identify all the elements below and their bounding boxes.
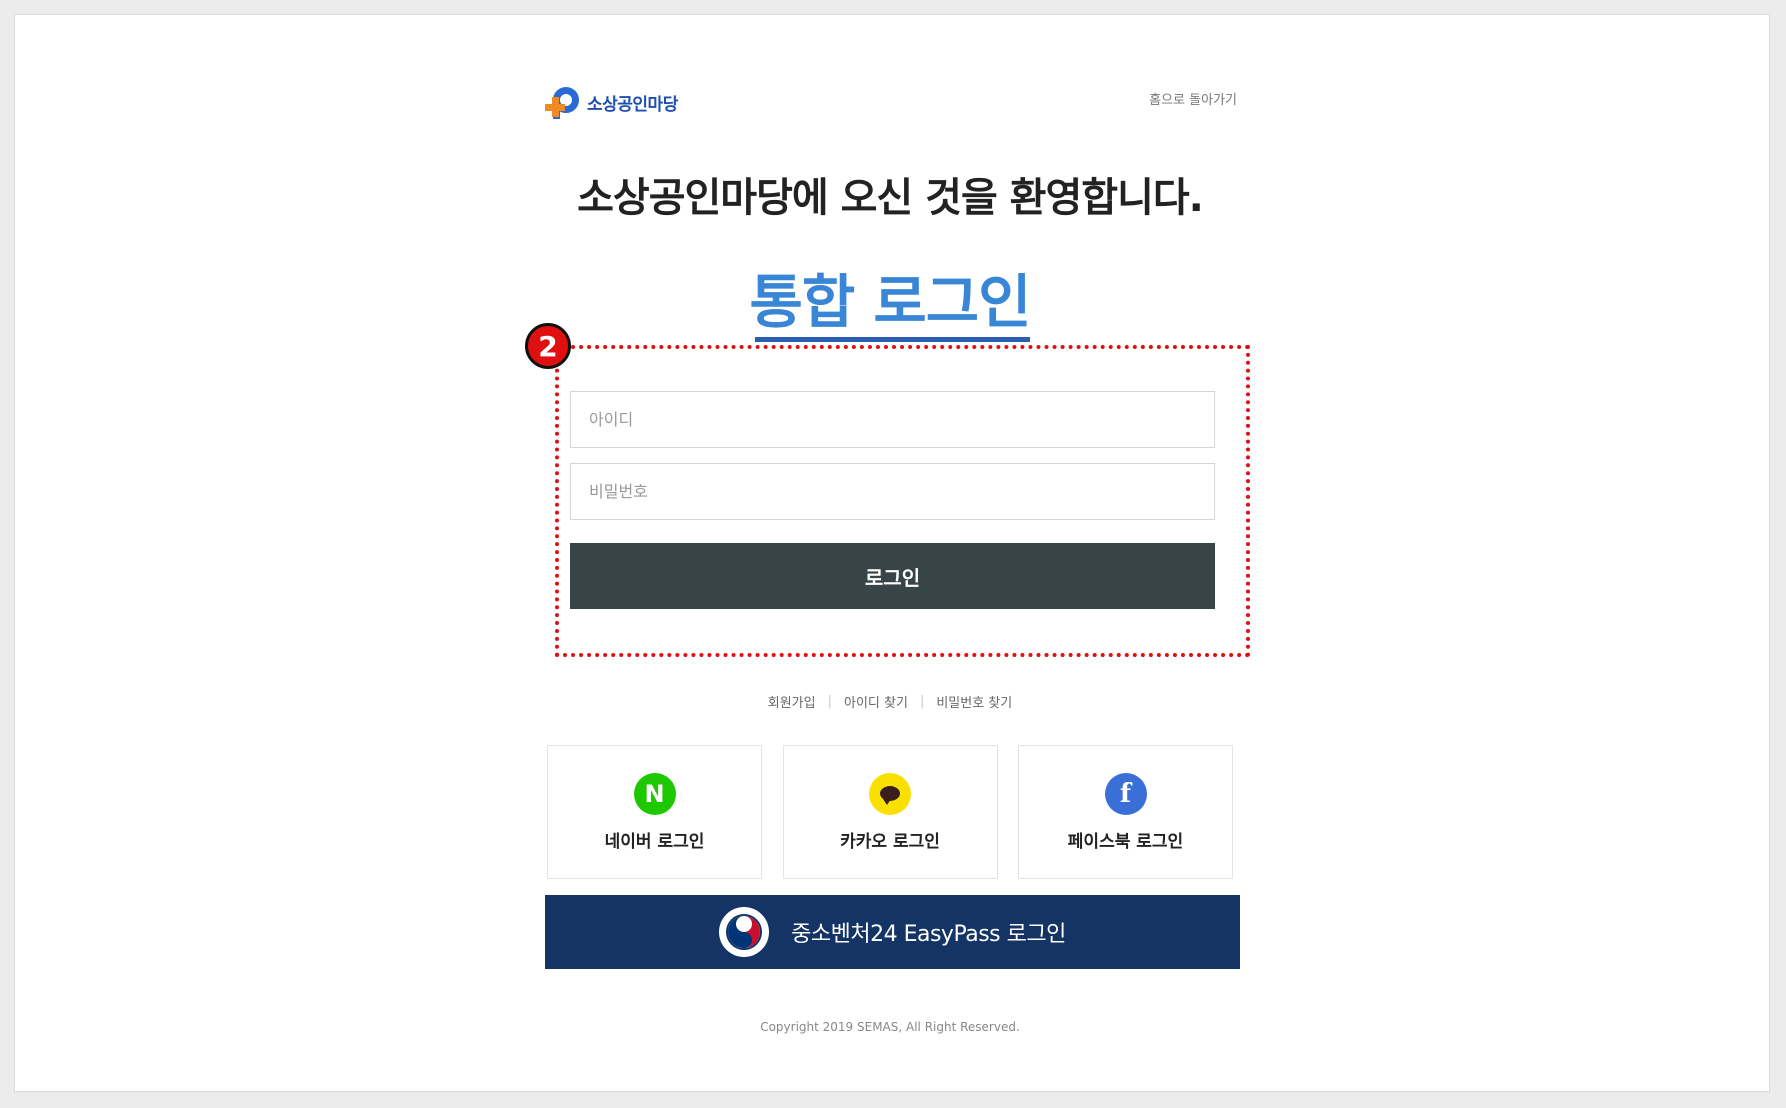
logo-text: 소상공인마당 <box>587 94 678 115</box>
link-separator: | <box>919 694 925 709</box>
login-title: 통합 로그인 <box>749 268 1032 336</box>
taegeuk-icon <box>719 907 770 957</box>
home-link[interactable]: 홈으로 돌아가기 <box>1149 89 1237 108</box>
title-underline <box>755 337 1030 342</box>
id-input[interactable] <box>570 391 1215 448</box>
annotation-badge: 2 <box>525 323 571 369</box>
naver-login-label: 네이버 로그인 <box>604 831 705 852</box>
find-password-link[interactable]: 비밀번호 찾기 <box>936 692 1012 711</box>
screenshot-frame: 소상공인마당 홈으로 돌아가기 소상공인마당에 오신 것을 환영합니다. 통합 … <box>14 14 1770 1092</box>
kakao-login-button[interactable]: 카카오 로그인 <box>782 745 998 879</box>
facebook-icon: f <box>1104 772 1147 815</box>
login-button[interactable]: 로그인 <box>570 543 1215 609</box>
naver-icon: N <box>633 772 676 815</box>
facebook-login-button[interactable]: f 페이스북 로그인 <box>1018 745 1233 879</box>
easypass-login-button[interactable]: 중소벤처24 EasyPass 로그인 <box>545 895 1240 969</box>
signup-link[interactable]: 회원가입 <box>768 692 816 711</box>
easypass-login-label: 중소벤처24 EasyPass 로그인 <box>791 922 1066 947</box>
welcome-heading: 소상공인마당에 오신 것을 환영합니다. <box>577 175 1204 221</box>
kakao-login-label: 카카오 로그인 <box>840 831 940 852</box>
social-login-group: N 네이버 로그인 카카오 로그인 f 페이스북 로그인 <box>547 745 1233 879</box>
naver-login-button[interactable]: N 네이버 로그인 <box>547 745 762 879</box>
password-input[interactable] <box>570 463 1215 520</box>
login-page: 소상공인마당 홈으로 돌아가기 소상공인마당에 오신 것을 환영합니다. 통합 … <box>525 65 1250 1065</box>
find-id-link[interactable]: 아이디 찾기 <box>844 692 908 711</box>
logo-icon <box>545 85 583 119</box>
link-separator: | <box>827 694 832 709</box>
account-links: 회원가입 | 아이디 찾기 | 비밀번호 찾기 <box>535 692 1245 711</box>
facebook-login-label: 페이스북 로그인 <box>1067 831 1184 852</box>
copyright-text: Copyright 2019 SEMAS, All Right Reserved… <box>760 1020 1020 1034</box>
site-logo[interactable]: 소상공인마당 <box>545 85 678 119</box>
kakao-icon <box>869 772 911 815</box>
